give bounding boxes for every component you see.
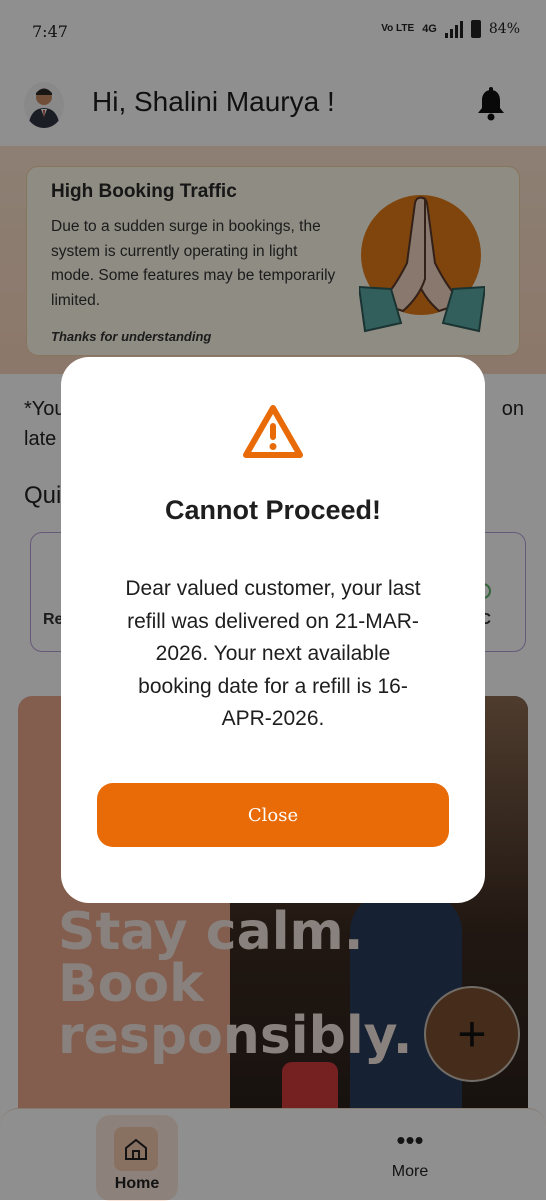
dialog-message: Dear valued customer, your last refill w… (125, 577, 421, 730)
warning-icon (243, 405, 303, 458)
cannot-proceed-dialog: Cannot Proceed! Dear valued customer, yo… (61, 357, 485, 903)
close-button[interactable]: Close (97, 783, 449, 847)
dialog-title: Cannot Proceed! (164, 495, 382, 525)
